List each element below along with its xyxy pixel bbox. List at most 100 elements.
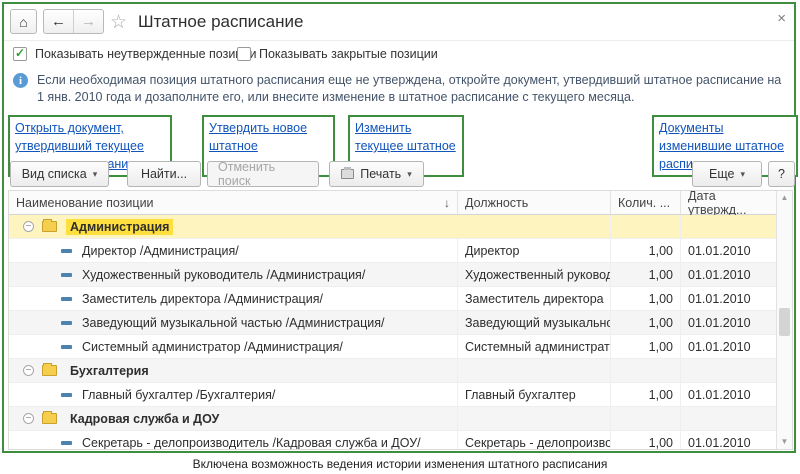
cell-name[interactable]: Системный администратор /Администрация/ <box>9 335 457 358</box>
collapse-toggle-icon[interactable]: − <box>23 221 34 232</box>
help-button[interactable]: ? <box>768 161 795 187</box>
cell-position[interactable]: Секретарь - делопроизво... <box>457 431 610 450</box>
cell-name[interactable]: − Администрация <box>9 215 457 238</box>
column-header-quantity[interactable]: Колич. ... <box>610 191 680 214</box>
position-name: Системный администратор /Администрация/ <box>82 340 343 354</box>
table-row[interactable]: Директор /Администрация/Директор1,0001.0… <box>9 239 792 263</box>
cancel-search-button[interactable]: Отменить поиск <box>207 161 319 187</box>
column-header-date[interactable]: Дата утвержд... <box>680 191 777 214</box>
column-header-date-label: Дата утвержд... <box>688 190 770 217</box>
print-button[interactable]: Печать ▾ <box>329 161 424 187</box>
cell-name[interactable]: −Кадровая служба и ДОУ <box>9 407 457 430</box>
table-row[interactable]: Заместитель директора /Администрация/Зам… <box>9 287 792 311</box>
cell-quantity[interactable] <box>610 359 680 382</box>
column-header-quantity-label: Колич. ... <box>618 196 670 210</box>
back-button[interactable]: ← <box>44 10 74 33</box>
table-row[interactable]: −Кадровая служба и ДОУ <box>9 407 792 431</box>
staffing-schedule-window: ⌂ ← → ☆ Штатное расписание × Показывать … <box>2 2 796 453</box>
cell-quantity[interactable]: 1,00 <box>610 311 680 334</box>
cell-name[interactable]: Художественный руководитель /Администрац… <box>9 263 457 286</box>
back-arrow-icon: ← <box>51 13 66 30</box>
filter-show-closed[interactable]: Показывать закрытые позиции <box>237 47 438 61</box>
cell-date[interactable]: 01.01.2010 <box>680 311 777 334</box>
positions-table: Наименование позиции ↓ Должность Колич. … <box>8 190 793 450</box>
cell-position[interactable] <box>457 407 610 430</box>
cell-name[interactable]: Заместитель директора /Администрация/ <box>9 287 457 310</box>
scroll-up-icon[interactable]: ▲ <box>777 191 792 205</box>
cell-position[interactable]: Заместитель директора <box>457 287 610 310</box>
table-row[interactable]: Главный бухгалтер /Бухгалтерия/Главный б… <box>9 383 792 407</box>
table-row[interactable]: − Администрация <box>9 215 792 239</box>
cell-position[interactable]: Директор <box>457 239 610 262</box>
cell-position[interactable]: Системный администратор <box>457 335 610 358</box>
position-item-icon <box>61 393 72 397</box>
show-unapproved-checkbox[interactable] <box>13 47 27 61</box>
cell-position[interactable]: Художественный руковод... <box>457 263 610 286</box>
position-item-icon <box>61 297 72 301</box>
info-message: i Если необходимая позиция штатного расп… <box>13 72 788 106</box>
status-bar-text: Включена возможность ведения истории изм… <box>0 457 800 471</box>
table-row[interactable]: −Бухгалтерия <box>9 359 792 383</box>
table-row[interactable]: Системный администратор /Администрация/С… <box>9 335 792 359</box>
chevron-down-icon: ▾ <box>740 169 745 180</box>
column-header-position[interactable]: Должность <box>457 191 610 214</box>
cell-quantity[interactable]: 1,00 <box>610 431 680 450</box>
find-label: Найти... <box>141 167 187 181</box>
chevron-down-icon: ▾ <box>407 169 412 180</box>
collapse-toggle-icon[interactable]: − <box>23 413 34 424</box>
column-header-position-label: Должность <box>465 196 528 210</box>
filter-show-unapproved[interactable]: Показывать неутвержденные позиции <box>13 47 256 61</box>
cell-date[interactable]: 01.01.2010 <box>680 431 777 450</box>
table-row[interactable]: Художественный руководитель /Администрац… <box>9 263 792 287</box>
column-header-name[interactable]: Наименование позиции ↓ <box>9 191 457 214</box>
cell-quantity[interactable]: 1,00 <box>610 335 680 358</box>
scroll-down-icon[interactable]: ▼ <box>777 435 792 449</box>
close-icon[interactable]: × <box>777 10 786 27</box>
view-list-button[interactable]: Вид списка ▾ <box>10 161 109 187</box>
scrollbar-thumb[interactable] <box>779 308 790 336</box>
collapse-toggle-icon[interactable]: − <box>23 365 34 376</box>
cell-position[interactable] <box>457 359 610 382</box>
cell-date[interactable] <box>680 359 777 382</box>
cell-quantity[interactable] <box>610 407 680 430</box>
favorite-star-icon[interactable]: ☆ <box>110 11 127 34</box>
position-name: Художественный руководитель /Администрац… <box>82 268 365 282</box>
cell-position[interactable] <box>457 215 610 238</box>
cell-name[interactable]: Главный бухгалтер /Бухгалтерия/ <box>9 383 457 406</box>
vertical-scrollbar[interactable]: ▲ ▼ <box>776 191 792 449</box>
cell-date[interactable] <box>680 407 777 430</box>
column-header-name-label: Наименование позиции <box>16 196 154 210</box>
cell-date[interactable]: 01.01.2010 <box>680 383 777 406</box>
more-label: Еще <box>709 167 734 181</box>
cell-date[interactable]: 01.01.2010 <box>680 239 777 262</box>
position-name: Главный бухгалтер /Бухгалтерия/ <box>82 388 275 402</box>
cell-quantity[interactable]: 1,00 <box>610 239 680 262</box>
more-button[interactable]: Еще ▾ <box>692 161 762 187</box>
table-row[interactable]: Секретарь - делопроизводитель /Кадровая … <box>9 431 792 450</box>
home-button[interactable]: ⌂ <box>10 9 37 34</box>
forward-button[interactable]: → <box>74 10 103 33</box>
cell-date[interactable]: 01.01.2010 <box>680 263 777 286</box>
cell-date[interactable]: 01.01.2010 <box>680 287 777 310</box>
cell-name[interactable]: −Бухгалтерия <box>9 359 457 382</box>
position-name: Заведующий музыкальной частью /Администр… <box>82 316 384 330</box>
cell-name[interactable]: Директор /Администрация/ <box>9 239 457 262</box>
cell-quantity[interactable]: 1,00 <box>610 383 680 406</box>
cell-position[interactable]: Заведующий музыкально... <box>457 311 610 334</box>
window-header: ⌂ ← → ☆ Штатное расписание × <box>4 4 794 41</box>
show-closed-checkbox[interactable] <box>237 47 251 61</box>
group-name: Администрация <box>66 219 173 235</box>
table-row[interactable]: Заведующий музыкальной частью /Администр… <box>9 311 792 335</box>
cell-date[interactable] <box>680 215 777 238</box>
cell-name[interactable]: Секретарь - делопроизводитель /Кадровая … <box>9 431 457 450</box>
find-button[interactable]: Найти... <box>127 161 201 187</box>
folder-icon <box>42 221 57 232</box>
cell-date[interactable]: 01.01.2010 <box>680 335 777 358</box>
cell-position[interactable]: Главный бухгалтер <box>457 383 610 406</box>
cell-quantity[interactable]: 1,00 <box>610 263 680 286</box>
position-name: Заместитель директора /Администрация/ <box>82 292 323 306</box>
position-name: Директор /Администрация/ <box>82 244 239 258</box>
cell-quantity[interactable]: 1,00 <box>610 287 680 310</box>
cell-name[interactable]: Заведующий музыкальной частью /Администр… <box>9 311 457 334</box>
cell-quantity[interactable] <box>610 215 680 238</box>
